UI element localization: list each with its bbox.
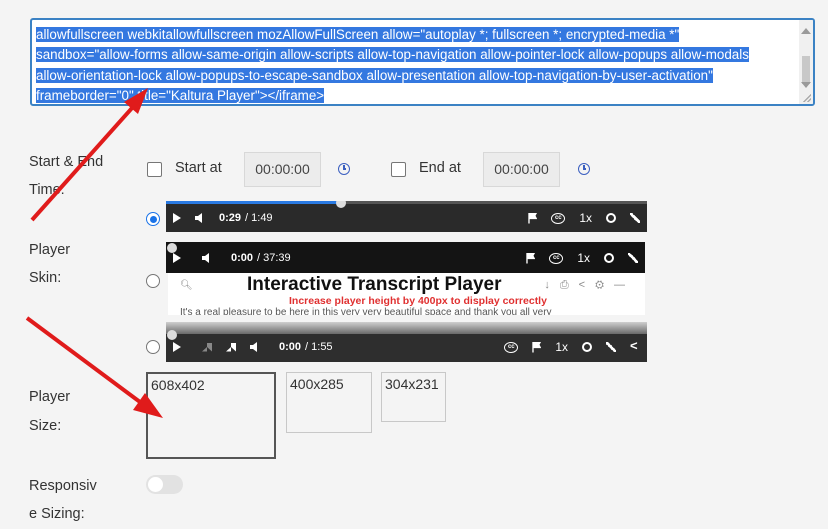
transcript-body: It's a real pleasure to be here in this …	[180, 307, 552, 315]
cc-icon[interactable]: cc	[549, 252, 564, 264]
skip-forward-icon[interactable]	[226, 342, 236, 352]
share-icon[interactable]	[630, 338, 640, 353]
clock-icon[interactable]	[578, 163, 590, 175]
label-line: Player	[29, 242, 71, 258]
embed-code-line: allowfullscreen webkitallowfullscreen mo…	[36, 27, 680, 42]
player-skin-preview-3[interactable]: 0:00 / 1:55 cc 1x	[166, 322, 647, 362]
size-option-400x285[interactable]: 400x285	[286, 372, 372, 433]
volume-icon[interactable]	[195, 213, 202, 223]
transcript-player-banner: 🔍︎ Interactive Transcript Player Increas…	[168, 273, 645, 315]
flag-icon[interactable]	[528, 212, 538, 224]
end-time-input[interactable]: 00:00:00	[483, 152, 560, 187]
label-line: Size:	[29, 418, 62, 434]
responsive-sizing-toggle[interactable]	[146, 475, 183, 494]
speed-button[interactable]: 1x	[577, 251, 590, 265]
current-time: 0:00	[279, 341, 302, 353]
responsive-sizing-label: Responsiv e Sizing:	[29, 472, 97, 528]
flag-icon[interactable]	[532, 341, 542, 353]
label-line: Start & End	[29, 154, 104, 170]
current-time: 0:29	[219, 212, 242, 224]
speed-button[interactable]: 1x	[555, 340, 568, 354]
start-at-label: Start at	[175, 160, 222, 176]
scroll-thumb[interactable]	[802, 56, 810, 84]
label-line: e Sizing:	[29, 506, 85, 522]
fullscreen-icon[interactable]	[630, 213, 640, 223]
fullscreen-icon[interactable]	[606, 342, 616, 352]
duration: / 1:49	[245, 212, 273, 224]
start-end-time-label: Start & End Time:	[29, 148, 103, 204]
end-at-label: End at	[419, 160, 461, 176]
gear-icon[interactable]	[582, 342, 592, 352]
current-time: 0:00	[231, 252, 254, 264]
duration: / 1:55	[305, 341, 333, 353]
label-line: Time:	[29, 182, 65, 198]
play-icon[interactable]	[173, 342, 181, 352]
gear-icon[interactable]	[604, 253, 614, 263]
embed-code-line: allow-orientation-lock allow-popups-to-e…	[36, 67, 713, 83]
scroll-up-icon[interactable]	[801, 28, 811, 34]
player-skin-preview-1[interactable]: 0:29 / 1:49 cc 1x	[166, 201, 647, 232]
skin-radio-1[interactable]	[146, 212, 160, 226]
embed-code-line: sandbox="allow-forms allow-same-origin a…	[36, 47, 749, 63]
embed-code-text: allowfullscreen webkitallowfullscreen mo…	[36, 25, 786, 104]
skip-back-icon[interactable]	[202, 342, 212, 352]
player-skin-preview-2[interactable]: 0:00 / 37:39 cc 1x	[166, 242, 645, 273]
label-line: Player	[29, 389, 71, 405]
transcript-subtitle: Increase player height by 400px to displ…	[289, 295, 547, 307]
resize-grip-icon[interactable]	[803, 94, 811, 102]
player-size-label: Player Size:	[29, 383, 70, 440]
play-icon[interactable]	[173, 213, 181, 223]
start-at-checkbox[interactable]	[147, 162, 162, 177]
end-at-checkbox[interactable]	[391, 162, 406, 177]
flag-icon[interactable]	[526, 252, 536, 264]
clock-icon[interactable]	[338, 163, 350, 175]
size-option-608x402[interactable]: 608x402	[146, 372, 276, 459]
skin-radio-2[interactable]	[146, 274, 160, 288]
label-line: Skin:	[29, 270, 62, 286]
gear-icon[interactable]	[606, 213, 616, 223]
start-time-input[interactable]: 00:00:00	[244, 152, 321, 187]
fullscreen-icon[interactable]	[628, 253, 638, 263]
play-icon[interactable]	[173, 253, 181, 263]
embed-code-textarea[interactable]: allowfullscreen webkitallowfullscreen mo…	[30, 18, 815, 106]
size-option-304x231[interactable]: 304x231	[381, 372, 446, 422]
cc-icon[interactable]: cc	[504, 341, 519, 353]
search-icon: 🔍︎	[180, 280, 193, 291]
speed-button[interactable]: 1x	[579, 211, 592, 225]
duration: / 37:39	[257, 252, 291, 264]
label-line: Responsiv	[29, 478, 97, 494]
volume-icon[interactable]	[250, 342, 257, 352]
skin-radio-3[interactable]	[146, 340, 160, 354]
volume-icon[interactable]	[202, 253, 209, 263]
player-skin-label: Player Skin:	[29, 236, 70, 292]
cc-icon[interactable]: cc	[551, 212, 566, 224]
scroll-down-icon[interactable]	[801, 82, 811, 88]
transcript-tools-icons: ↓⎙<⚙—	[544, 279, 635, 291]
embed-code-line: frameborder="0" title="Kaltura Player"><…	[36, 87, 325, 103]
transcript-title: Interactive Transcript Player	[247, 274, 502, 295]
textarea-scrollbar[interactable]	[799, 20, 813, 104]
